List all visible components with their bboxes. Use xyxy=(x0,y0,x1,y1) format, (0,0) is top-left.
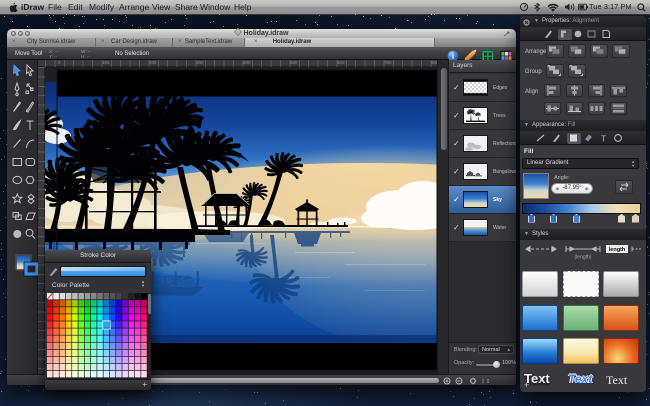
svg-text:length: length xyxy=(609,247,626,253)
svg-text:(length): (length) xyxy=(575,255,592,261)
svg-text:T: T xyxy=(601,134,606,144)
